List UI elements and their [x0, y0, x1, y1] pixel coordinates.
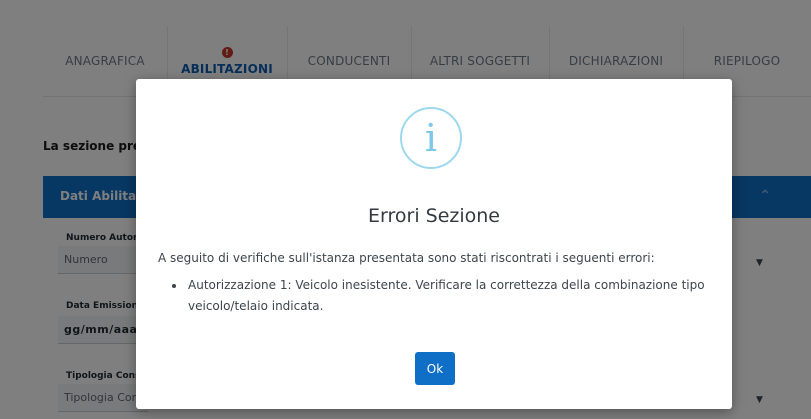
error-dialog: i Errori Sezione A seguito di verifiche … — [136, 79, 732, 409]
error-item: Autorizzazione 1: Veicolo inesistente. V… — [186, 275, 746, 317]
error-list: Autorizzazione 1: Veicolo inesistente. V… — [158, 275, 746, 317]
info-icon: i — [400, 107, 462, 169]
dialog-title: Errori Sezione — [368, 205, 500, 227]
ok-button[interactable]: Ok — [415, 352, 455, 385]
dialog-message: A seguito di verifiche sull'istanza pres… — [158, 251, 655, 265]
